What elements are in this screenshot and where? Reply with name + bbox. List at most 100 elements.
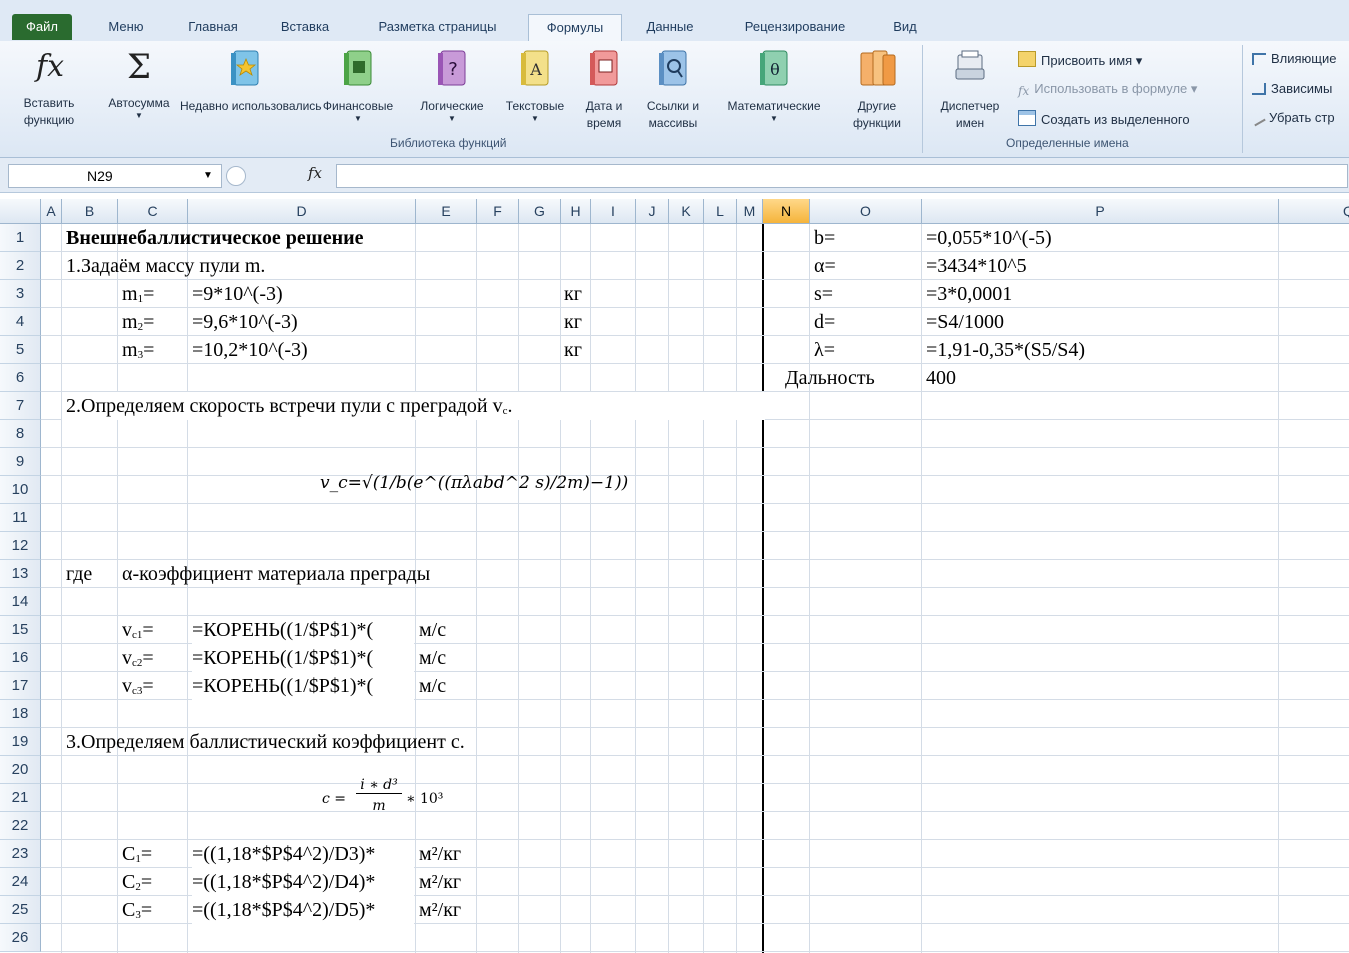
cell-c13[interactable]: α-коэффициент материала преграды <box>122 560 430 588</box>
cell-d17[interactable]: =КОРЕНЬ((1/$P$1)*( <box>192 672 414 700</box>
select-all-corner[interactable] <box>0 199 41 224</box>
cell-p3[interactable]: =3*0,0001 <box>926 280 1012 308</box>
cell-e16[interactable]: м/с <box>419 644 446 672</box>
expand-icon[interactable] <box>226 166 246 186</box>
name-manager-button[interactable]: Диспетчер имен <box>928 47 1012 132</box>
column-header-f[interactable]: F <box>477 199 519 224</box>
row-header-14[interactable]: 14 <box>0 588 41 616</box>
cell-e25[interactable]: м²/кг <box>419 896 461 924</box>
row-header-3[interactable]: 3 <box>0 280 41 308</box>
column-header-j[interactable]: J <box>636 199 669 224</box>
row-header-21[interactable]: 21 <box>0 784 41 812</box>
cell-b7[interactable]: 2.Определяем скорость встречи пули с пре… <box>62 392 765 420</box>
create-from-selection-button[interactable]: Создать из выделенного <box>1018 110 1190 127</box>
column-header-p[interactable]: P <box>922 199 1279 224</box>
tab-data[interactable]: Данные <box>632 14 708 40</box>
row-header-9[interactable]: 9 <box>0 448 41 476</box>
cell-d25[interactable]: =((1,18*$P$4^2)/D5)* <box>192 896 414 924</box>
cell-b2[interactable]: 1.Задаём массу пули m. <box>66 252 265 280</box>
trace-precedents-button[interactable]: Влияющие <box>1252 51 1337 66</box>
cell-c23[interactable]: C1= <box>122 840 152 868</box>
remove-arrows-button[interactable]: Убрать стр <box>1250 110 1335 127</box>
column-header-k[interactable]: K <box>669 199 704 224</box>
cell-d5[interactable]: =10,2*10^(-3) <box>192 336 308 364</box>
cell-c16[interactable]: vc2= <box>122 644 154 672</box>
cell-c15[interactable]: vc1= <box>122 616 154 644</box>
tab-menu[interactable]: Меню <box>100 14 152 40</box>
column-header-h[interactable]: H <box>561 199 591 224</box>
fx-icon[interactable]: fx <box>308 164 322 182</box>
math-functions-button[interactable]: θ Математические ▼ <box>712 47 836 123</box>
use-in-formula-button[interactable]: fx Использовать в формуле ▾ <box>1018 81 1197 98</box>
cell-o1[interactable]: b= <box>814 224 835 252</box>
column-header-o[interactable]: O <box>810 199 922 224</box>
trace-dependents-button[interactable]: Зависимы <box>1252 81 1332 96</box>
cell-h3[interactable]: кг <box>564 280 582 308</box>
cell-h4[interactable]: кг <box>564 308 582 336</box>
row-header-12[interactable]: 12 <box>0 532 41 560</box>
row-header-1[interactable]: 1 <box>0 224 41 252</box>
cell-o4[interactable]: d= <box>814 308 835 336</box>
row-header-23[interactable]: 23 <box>0 840 41 868</box>
cell-d24[interactable]: =((1,18*$P$4^2)/D4)* <box>192 868 414 896</box>
cell-b19[interactable]: 3.Определяем баллистический коэффициент … <box>66 728 465 756</box>
datetime-functions-button[interactable]: Дата и время <box>574 47 634 132</box>
row-header-11[interactable]: 11 <box>0 504 41 532</box>
tab-formulas[interactable]: Формулы <box>528 14 622 42</box>
column-header-c[interactable]: C <box>118 199 188 224</box>
tab-home[interactable]: Главная <box>178 14 248 40</box>
autosum-button[interactable]: Σ Автосумма ▼ <box>96 47 182 120</box>
cell-c5[interactable]: m3= <box>122 336 154 364</box>
formula-input[interactable] <box>336 164 1348 188</box>
text-functions-button[interactable]: A Текстовые ▼ <box>496 47 574 123</box>
chevron-down-icon[interactable]: ▼ <box>203 165 213 187</box>
tab-insert[interactable]: Вставка <box>270 14 340 40</box>
cell-c24[interactable]: C2= <box>122 868 152 896</box>
row-header-15[interactable]: 15 <box>0 616 41 644</box>
row-header-6[interactable]: 6 <box>0 364 41 392</box>
column-header-l[interactable]: L <box>704 199 737 224</box>
cell-o5[interactable]: λ= <box>814 336 835 364</box>
row-header-4[interactable]: 4 <box>0 308 41 336</box>
cell-c17[interactable]: vc3= <box>122 672 154 700</box>
column-header-g[interactable]: G <box>519 199 561 224</box>
row-header-16[interactable]: 16 <box>0 644 41 672</box>
column-header-d[interactable]: D <box>188 199 416 224</box>
column-header-b[interactable]: B <box>62 199 118 224</box>
cell-p1[interactable]: =0,055*10^(-5) <box>926 224 1052 252</box>
row-header-2[interactable]: 2 <box>0 252 41 280</box>
cell-d15[interactable]: =КОРЕНЬ((1/$P$1)*( <box>192 616 414 644</box>
column-header-n[interactable]: N <box>763 199 810 224</box>
tab-page-layout[interactable]: Разметка страницы <box>360 14 515 40</box>
cell-e24[interactable]: м²/кг <box>419 868 461 896</box>
cell-p2[interactable]: =3434*10^5 <box>926 252 1027 280</box>
cell-p4[interactable]: =S4/1000 <box>926 308 1004 336</box>
row-header-8[interactable]: 8 <box>0 420 41 448</box>
cell-o3[interactable]: s= <box>814 280 833 308</box>
row-header-13[interactable]: 13 <box>0 560 41 588</box>
name-box[interactable]: N29 ▼ <box>8 164 222 188</box>
cell-d23[interactable]: =((1,18*$P$4^2)/D3)* <box>192 840 414 868</box>
row-header-25[interactable]: 25 <box>0 896 41 924</box>
define-name-button[interactable]: Присвоить имя ▾ <box>1018 51 1142 69</box>
cell-b1-title[interactable]: Внешнебаллистическое решение <box>66 224 364 252</box>
cell-d3[interactable]: =9*10^(-3) <box>192 280 283 308</box>
tab-review[interactable]: Рецензирование <box>724 14 866 40</box>
cell-p5[interactable]: =1,91-0,35*(S5/S4) <box>926 336 1085 364</box>
cell-e23[interactable]: м²/кг <box>419 840 461 868</box>
row-header-20[interactable]: 20 <box>0 756 41 784</box>
cell-c3[interactable]: m1= <box>122 280 154 308</box>
cell-e17[interactable]: м/с <box>419 672 446 700</box>
formula-object-vc[interactable]: v_c=√(1/b(e^((πλabd^2 s)/2m)−1)) <box>320 468 628 498</box>
cell-e15[interactable]: м/с <box>419 616 446 644</box>
row-header-22[interactable]: 22 <box>0 812 41 840</box>
cell-c4[interactable]: m2= <box>122 308 154 336</box>
column-header-e[interactable]: E <box>416 199 477 224</box>
row-header-19[interactable]: 19 <box>0 728 41 756</box>
row-header-24[interactable]: 24 <box>0 868 41 896</box>
lookup-functions-button[interactable]: Ссылки и массивы <box>636 47 710 132</box>
row-header-5[interactable]: 5 <box>0 336 41 364</box>
column-header-q[interactable]: Q <box>1279 199 1349 224</box>
cell-o2[interactable]: α= <box>814 252 836 280</box>
insert-function-button[interactable]: fx Вставить функцию <box>10 47 90 129</box>
